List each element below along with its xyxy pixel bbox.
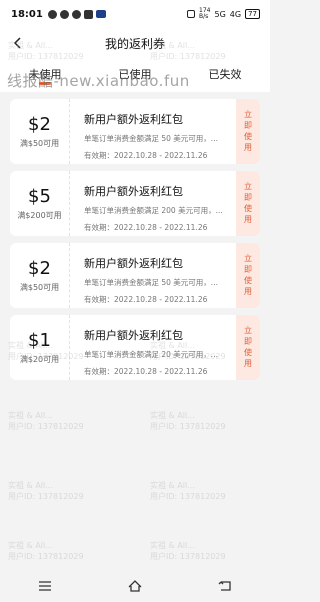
active-tab-indicator bbox=[39, 82, 51, 85]
watermark-line: 用户ID: 137812029 bbox=[8, 422, 84, 431]
coupon-date: 有效期：2022.10.28 - 2022.11.26 bbox=[84, 367, 208, 376]
coupon-value: $5 bbox=[28, 185, 51, 207]
watermark-line: 实祖 & All... bbox=[150, 481, 195, 490]
coupon-list: $2 满$50可用 新用户额外返利红包 单笔订单消费金额满足 50 美元可用，.… bbox=[0, 92, 270, 380]
tab-bar: 未使用 已使用 已失效 bbox=[0, 58, 270, 92]
use-now-button[interactable]: 立即使用 bbox=[236, 99, 260, 164]
use-now-button[interactable]: 立即使用 bbox=[236, 243, 260, 308]
coupon-title: 新用户额外返利红包 bbox=[84, 329, 183, 342]
coupon-title: 新用户额外返利红包 bbox=[84, 113, 183, 126]
coupon-desc: 单笔订单消费金额满足 200 美元可用，... bbox=[84, 206, 223, 215]
use-now-button[interactable]: 立即使用 bbox=[236, 315, 260, 380]
coupon-value: $2 bbox=[28, 113, 51, 135]
flag-icon bbox=[95, 10, 106, 18]
coupon-body: 新用户额外返利红包 单笔订单消费金额满足 20 美元可用，... 有效期：202… bbox=[70, 315, 236, 380]
status-right: 174 B/s 5G 4G 77 bbox=[187, 8, 260, 20]
header: 我的返利券 bbox=[0, 28, 270, 58]
back-icon[interactable] bbox=[210, 574, 240, 598]
page-title: 我的返利券 bbox=[104, 36, 165, 51]
coupon-date: 有效期：2022.10.28 - 2022.11.26 bbox=[84, 223, 208, 232]
signal-5g: 5G bbox=[214, 9, 226, 19]
watermark-line: 实祖 & All... bbox=[8, 411, 53, 420]
coupon-date: 有效期：2022.10.28 - 2022.11.26 bbox=[84, 151, 208, 160]
watermark-line: 实祖 & All... bbox=[8, 481, 53, 490]
coupon-condition: 满$200可用 bbox=[17, 210, 62, 220]
home-icon[interactable] bbox=[120, 574, 150, 598]
watermark-line: 用户ID: 137812029 bbox=[8, 492, 84, 501]
tab-used-label: 已使用 bbox=[118, 68, 152, 81]
alarm-icon bbox=[187, 10, 196, 18]
app-icon bbox=[83, 9, 93, 19]
watermark-line: 实祖 & All... bbox=[8, 541, 53, 550]
coupon-card: $2 满$50可用 新用户额外返利红包 单笔订单消费金额满足 50 美元可用，.… bbox=[10, 243, 260, 308]
watermark-tile: 实祖 & All... 用户ID: 137812029 bbox=[150, 480, 226, 502]
notification-icon bbox=[47, 9, 57, 19]
coupon-condition: 满$50可用 bbox=[19, 282, 60, 292]
coupon-body: 新用户额外返利红包 单笔订单消费金额满足 50 美元可用，... 有效期：202… bbox=[70, 243, 236, 308]
coupon-title: 新用户额外返利红包 bbox=[84, 257, 183, 270]
coupon-body: 新用户额外返利红包 单笔订单消费金额满足 50 美元可用，... 有效期：202… bbox=[70, 99, 236, 164]
watermark-tile: 实祖 & All... 用户ID: 137812029 bbox=[8, 410, 84, 432]
system-nav-bar bbox=[0, 570, 270, 602]
coupon-desc: 单笔订单消费金额满足 50 美元可用，... bbox=[84, 278, 218, 287]
network-speed: 174 B/s bbox=[199, 7, 211, 20]
coupon-card: $1 满$20可用 新用户额外返利红包 单笔订单消费金额满足 20 美元可用，.… bbox=[10, 315, 260, 380]
status-time: 18:01 bbox=[11, 8, 43, 20]
coupon-value: $2 bbox=[28, 257, 51, 279]
chat-icon bbox=[59, 9, 69, 19]
coupon-title: 新用户额外返利红包 bbox=[84, 185, 183, 198]
chevron-left-icon[interactable] bbox=[11, 36, 23, 50]
use-now-button[interactable]: 立即使用 bbox=[236, 171, 260, 236]
status-left: 18:01 bbox=[11, 9, 106, 20]
coupon-body: 新用户额外返利红包 单笔订单消费金额满足 200 美元可用，... 有效期：20… bbox=[70, 171, 236, 236]
battery-indicator: 77 bbox=[245, 9, 260, 19]
watermark-tile: 实祖 & All... 用户ID: 137812029 bbox=[150, 410, 226, 432]
notification-icons bbox=[47, 9, 106, 19]
menu-icon[interactable] bbox=[30, 574, 60, 598]
coupon-amount: $1 满$20可用 bbox=[10, 315, 70, 380]
coupon-condition: 满$20可用 bbox=[19, 354, 60, 364]
message-icon bbox=[71, 9, 81, 19]
watermark-tile: 实祖 & All... 用户ID: 137812029 bbox=[150, 540, 226, 562]
status-bar: 18:01 174 B/s 5G 4G 77 bbox=[0, 0, 270, 28]
watermark-line: 用户ID: 137812029 bbox=[150, 552, 226, 561]
coupon-condition: 满$50可用 bbox=[19, 138, 60, 148]
tab-unused-label: 未使用 bbox=[28, 68, 62, 81]
coupon-card: $2 满$50可用 新用户额外返利红包 单笔订单消费金额满足 50 美元可用，.… bbox=[10, 99, 260, 164]
coupon-desc: 单笔订单消费金额满足 50 美元可用，... bbox=[84, 134, 218, 143]
watermark-line: 用户ID: 137812029 bbox=[150, 422, 226, 431]
coupon-value: $1 bbox=[28, 329, 51, 351]
watermark-line: 用户ID: 137812029 bbox=[8, 552, 84, 561]
watermark-tile: 实祖 & All... 用户ID: 137812029 bbox=[8, 540, 84, 562]
coupon-desc: 单笔订单消费金额满足 20 美元可用，... bbox=[84, 350, 218, 359]
coupon-amount: $2 满$50可用 bbox=[10, 243, 70, 308]
signal-4g: 4G bbox=[229, 9, 242, 19]
coupon-amount: $2 满$50可用 bbox=[10, 99, 70, 164]
coupon-amount: $5 满$200可用 bbox=[10, 171, 70, 236]
tab-expired[interactable]: 已失效 bbox=[180, 66, 270, 82]
coupon-date: 有效期：2022.10.28 - 2022.11.26 bbox=[84, 295, 208, 304]
tab-expired-label: 已失效 bbox=[208, 68, 242, 81]
watermark-line: 实祖 & All... bbox=[150, 411, 195, 420]
watermark-line: 用户ID: 137812029 bbox=[150, 492, 226, 501]
watermark-tile: 实祖 & All... 用户ID: 137812029 bbox=[8, 480, 84, 502]
coupon-card: $5 满$200可用 新用户额外返利红包 单笔订单消费金额满足 200 美元可用… bbox=[10, 171, 260, 236]
tab-unused[interactable]: 未使用 bbox=[0, 66, 90, 85]
watermark-line: 实祖 & All... bbox=[150, 541, 195, 550]
tab-used[interactable]: 已使用 bbox=[90, 66, 180, 82]
